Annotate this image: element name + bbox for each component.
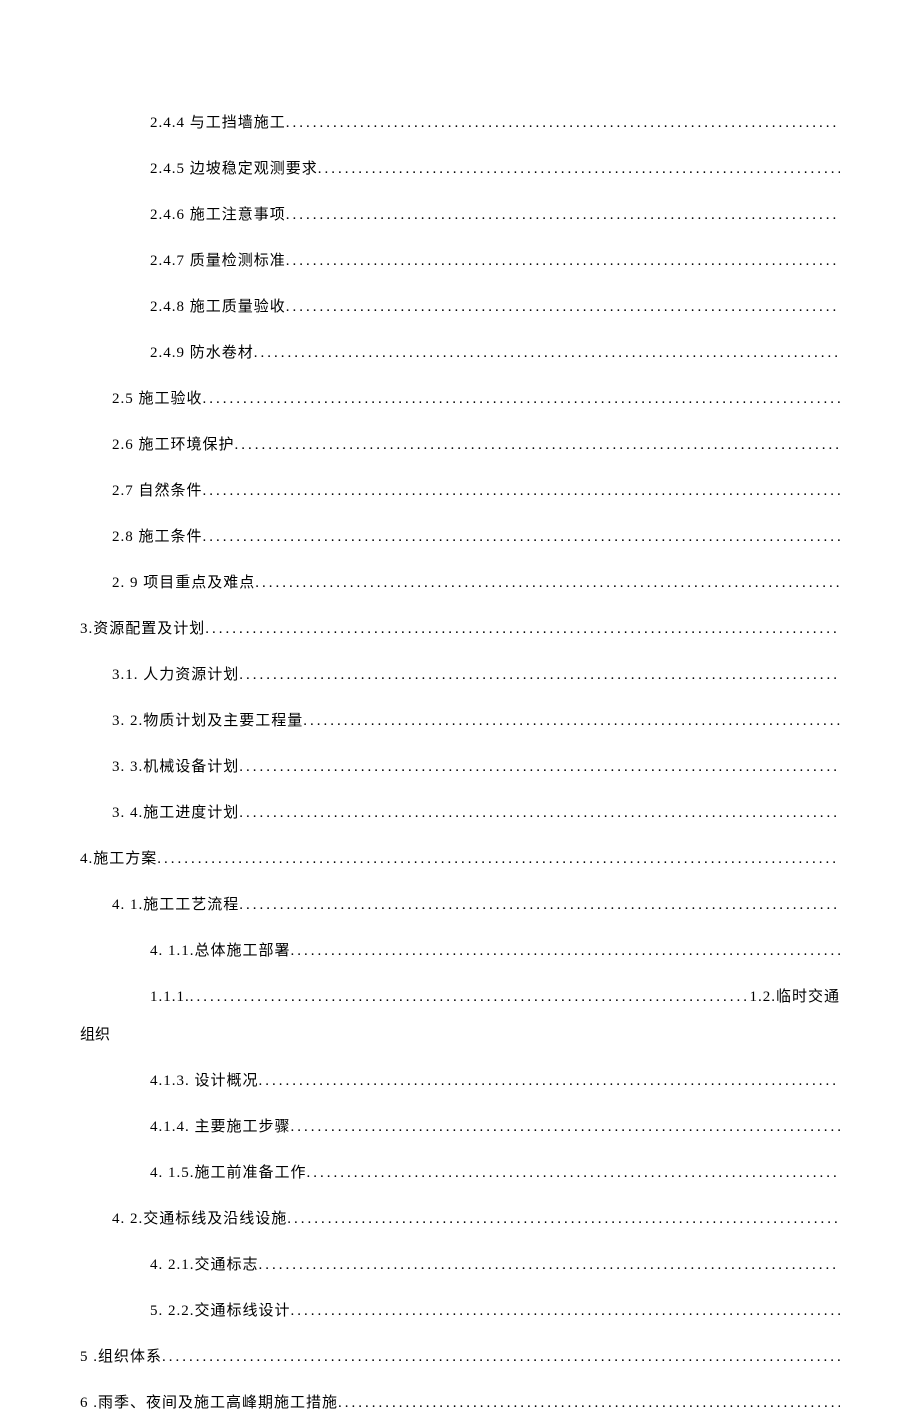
toc-leader-dots [239,662,840,689]
toc-leader-dots [205,616,840,643]
toc-entry-number-title: 6 .雨季、夜间及施工高峰期施工措施 [80,1390,338,1417]
toc-entry: 2.4.4 与工挡墙施工 [80,110,840,137]
toc-leader-dots [286,202,840,229]
toc-leader-dots [291,1114,840,1141]
toc-leader-dots [190,984,750,1011]
toc-entry: 2. 9 项目重点及难点 [80,570,840,597]
toc-entry-number-title: 2.4.8 施工质量验收 [150,294,286,321]
toc-entry-number-title: 4.施工方案 [80,846,157,873]
toc-entry-number-title: 2.4.4 与工挡墙施工 [150,110,286,137]
toc-leader-dots [239,800,840,827]
toc-leader-dots [203,478,840,505]
toc-entry-number-title: 1.1.1. [150,984,190,1011]
toc-leader-dots [259,1252,840,1279]
toc-entry: 2.8 施工条件 [80,524,840,551]
toc-entry-number-title: 3.资源配置及计划 [80,616,205,643]
toc-leader-dots [239,892,840,919]
toc-entry: 4. 1.施工工艺流程 [80,892,840,919]
toc-leader-dots [162,1344,840,1371]
toc-leader-dots [291,938,840,965]
toc-leader-dots [338,1390,840,1417]
toc-entry-number-title: 4.1.3. 设计概况 [150,1068,259,1095]
toc-entry: 3. 4.施工进度计划 [80,800,840,827]
toc-entry-number-title: 2.4.7 质量检测标准 [150,248,286,275]
toc-entry-number-title: 2.4.6 施工注意事项 [150,202,286,229]
toc-entry: 3. 2.物质计划及主要工程量 [80,708,840,735]
toc-entry-number-title: 2.5 施工验收 [112,386,203,413]
toc-entry: 4.1.3. 设计概况 [80,1068,840,1095]
toc-leader-dots [291,1298,840,1325]
toc-leader-dots [203,386,840,413]
toc-entry: 2.7 自然条件 [80,478,840,505]
toc-entry-number-title: 4. 2.1.交通标志 [150,1252,259,1279]
table-of-contents: 2.4.4 与工挡墙施工 2.4.5 边坡稳定观测要求 2.4.6 施工注意事项 2.… [80,110,840,1417]
toc-entry: 3. 3.机械设备计划 [80,754,840,781]
toc-entry: 2.6 施工环境保护 [80,432,840,459]
toc-entry-number-title: 4. 1.施工工艺流程 [112,892,239,919]
toc-entry-number-title: 5 .组织体系 [80,1344,162,1371]
toc-entry-wrapped-text: 组织 [80,1022,840,1049]
toc-entry: 2.4.7 质量检测标准 [80,248,840,275]
toc-entry: 5 .组织体系 [80,1344,840,1371]
toc-leader-dots [254,340,840,367]
toc-entry: 2.4.9 防水卷材 [80,340,840,367]
toc-entry-number-title: 5. 2.2.交通标线设计 [150,1298,291,1325]
toc-leader-dots [287,1206,840,1233]
toc-leader-dots [157,846,840,873]
toc-entry-number-title: 2.6 施工环境保护 [112,432,235,459]
toc-entry: 3.资源配置及计划 [80,616,840,643]
toc-entry-number-title: 2.7 自然条件 [112,478,203,505]
toc-entry: 4.1.4. 主要施工步骤 [80,1114,840,1141]
toc-entry-number-title: 2.4.9 防水卷材 [150,340,254,367]
toc-entry-number-title: 4. 1.5.施工前准备工作 [150,1160,307,1187]
toc-entry: 4.施工方案 [80,846,840,873]
toc-entry: 2.4.8 施工质量验收 [80,294,840,321]
toc-entry: 4. 2.1.交通标志 [80,1252,840,1279]
toc-entry-suffix: 1.2.临时交通 [749,984,840,1011]
toc-entry: 2.4.5 边坡稳定观测要求 [80,156,840,183]
toc-entry: 2.4.6 施工注意事项 [80,202,840,229]
toc-leader-dots [286,294,840,321]
toc-entry-number-title: 2.4.5 边坡稳定观测要求 [150,156,318,183]
toc-entry: 4. 2.交通标线及沿线设施 [80,1206,840,1233]
toc-entry: 5. 2.2.交通标线设计 [80,1298,840,1325]
toc-leader-dots [203,524,840,551]
toc-entry: 4. 1.5.施工前准备工作 [80,1160,840,1187]
toc-entry-number-title: 3. 4.施工进度计划 [112,800,239,827]
toc-leader-dots [259,1068,840,1095]
toc-entry-number-title: 4.1.4. 主要施工步骤 [150,1114,291,1141]
toc-entry-number-title: 2.8 施工条件 [112,524,203,551]
toc-entry-number-title: 3. 3.机械设备计划 [112,754,239,781]
toc-leader-dots [286,248,840,275]
toc-entry-number-title: 3.1. 人力资源计划 [112,662,239,689]
toc-leader-dots [255,570,840,597]
toc-entry-number-title: 2. 9 项目重点及难点 [112,570,255,597]
toc-leader-dots [239,754,840,781]
toc-leader-dots [303,708,840,735]
toc-leader-dots [318,156,840,183]
toc-entry: 6 .雨季、夜间及施工高峰期施工措施 [80,1390,840,1417]
toc-leader-dots [286,110,840,137]
toc-entry: 1.1.1. 1.2.临时交通 [80,984,840,1011]
toc-leader-dots [235,432,840,459]
toc-entry: 3.1. 人力资源计划 [80,662,840,689]
toc-entry-number-title: 3. 2.物质计划及主要工程量 [112,708,303,735]
toc-entry-number-title: 4. 2.交通标线及沿线设施 [112,1206,287,1233]
toc-entry: 4. 1.1.总体施工部署 [80,938,840,965]
toc-entry: 2.5 施工验收 [80,386,840,413]
toc-leader-dots [307,1160,840,1187]
toc-entry-number-title: 4. 1.1.总体施工部署 [150,938,291,965]
